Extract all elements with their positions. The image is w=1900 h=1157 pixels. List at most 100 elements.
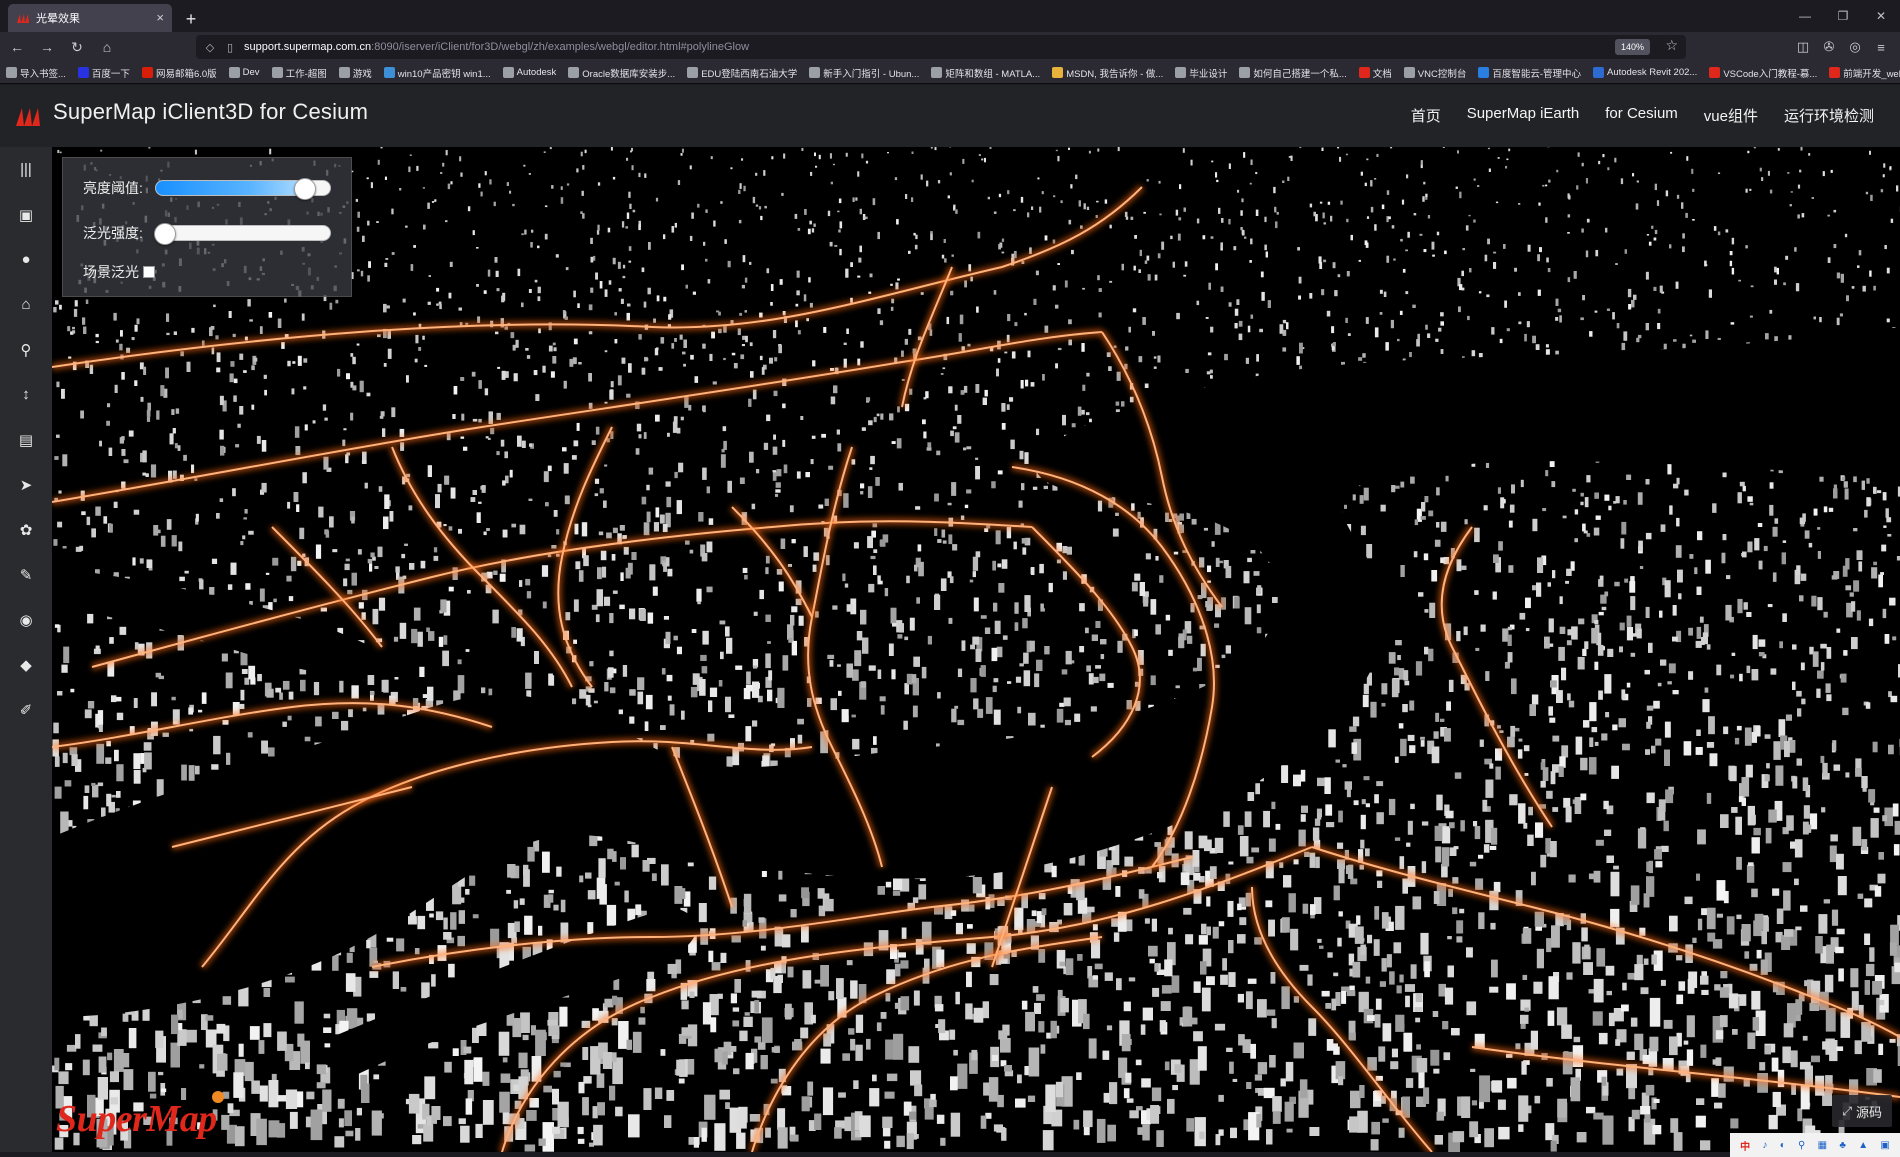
sidebar-item-globe[interactable]: ●	[0, 237, 52, 282]
building	[1608, 1012, 1615, 1027]
top-nav-link[interactable]: SuperMap iEarth	[1467, 105, 1580, 126]
building	[1514, 267, 1517, 272]
building	[81, 511, 86, 516]
bookmark-item[interactable]: VSCode入门教程-慕...	[1709, 66, 1817, 80]
building	[1574, 509, 1579, 515]
bookmark-item[interactable]: Autodesk Revit 202...	[1593, 67, 1697, 78]
building	[1378, 1046, 1386, 1062]
building	[880, 1012, 887, 1019]
bookmark-item[interactable]: 网易邮箱6.0版	[141, 66, 217, 80]
building	[914, 564, 918, 572]
building	[696, 588, 702, 602]
supermap-logo-icon[interactable]	[15, 104, 43, 128]
sidebar-item-cube[interactable]: ◆	[0, 642, 52, 687]
bookmark-item[interactable]: 矩阵和数组 - MATLA...	[931, 66, 1040, 80]
bookmark-item[interactable]: 导入书签...	[6, 66, 66, 80]
bookmark-item[interactable]: 工作-超图	[271, 66, 327, 80]
building	[1019, 450, 1024, 460]
sidebar-item-search[interactable]: ⚲	[0, 327, 52, 372]
building	[711, 331, 715, 339]
building	[287, 501, 291, 509]
building	[749, 342, 753, 347]
bookmark-item[interactable]: 百度一下	[77, 66, 130, 80]
sidebar-item-map[interactable]: ▤	[0, 417, 52, 462]
building	[1094, 963, 1103, 970]
building	[1433, 891, 1440, 904]
sidebar-item-building[interactable]: ⌂	[0, 282, 52, 327]
bookmark-item[interactable]: 如何自己搭建一个私...	[1239, 66, 1347, 80]
extensions-icon[interactable]: ✇	[1816, 35, 1842, 59]
building	[809, 220, 812, 225]
top-nav-link[interactable]: 首页	[1411, 105, 1441, 126]
building	[449, 261, 453, 267]
building	[603, 596, 611, 606]
back-icon[interactable]: ←	[4, 34, 30, 60]
bookmark-item[interactable]: Oracle数据库安装步...	[568, 66, 675, 80]
lock-icon[interactable]: ▯	[224, 41, 236, 54]
top-nav-link[interactable]: vue组件	[1704, 105, 1758, 126]
restore-icon[interactable]: ❐	[1824, 0, 1862, 32]
map-viewport[interactable]: 亮度阈值: 泛光强度: 场景泛光 SuperMap ⤢ 源码	[52, 147, 1900, 1152]
building	[1582, 295, 1585, 301]
bookmark-item[interactable]: Dev	[228, 67, 260, 78]
bookmark-item[interactable]: win10产品密钥 win1...	[383, 66, 491, 80]
bookmark-item[interactable]: Autodesk	[502, 67, 556, 78]
bookmark-item[interactable]: VNC控制台	[1403, 66, 1466, 80]
building	[1228, 302, 1232, 307]
building	[742, 335, 746, 340]
building	[297, 560, 302, 566]
building	[1381, 912, 1389, 929]
pocket-icon[interactable]: ◫	[1790, 35, 1816, 59]
building	[513, 1084, 519, 1091]
bookmark-item[interactable]: EDU登陆西南石油大学	[687, 66, 797, 80]
bookmark-item[interactable]: 前端开发_web前端开...	[1829, 66, 1900, 80]
building	[304, 424, 308, 431]
bookmark-item[interactable]: 游戏	[338, 66, 372, 80]
top-nav-link[interactable]: 运行环境检测	[1784, 105, 1874, 126]
close-window-icon[interactable]: ✕	[1862, 0, 1900, 32]
building	[1736, 914, 1742, 920]
url-bar[interactable]: ◇ ▯ support.supermap.com.cn:8090/iserver…	[196, 35, 1686, 59]
sidebar-item-pencil[interactable]: ✐	[0, 687, 52, 732]
sidebar-item-eye[interactable]: ◉	[0, 597, 52, 642]
building	[1425, 196, 1428, 200]
forward-icon[interactable]: →	[34, 34, 60, 60]
building	[1731, 807, 1738, 813]
bookmark-item[interactable]: 百度智能云-管理中心	[1478, 66, 1581, 80]
bookmark-item[interactable]: 文档	[1358, 66, 1392, 80]
close-tab-icon[interactable]: ×	[156, 10, 164, 25]
building	[877, 575, 881, 582]
sidebar-item-menu[interactable]: |||	[0, 147, 52, 192]
top-nav-link[interactable]: for Cesium	[1605, 105, 1678, 126]
building	[1155, 556, 1159, 561]
bookmark-star-icon[interactable]: ☆	[1665, 37, 1678, 54]
building	[1115, 886, 1121, 897]
building	[1107, 682, 1114, 688]
minimize-icon[interactable]: —	[1786, 0, 1824, 32]
zoom-level-badge[interactable]: 140%	[1614, 39, 1650, 55]
building	[838, 229, 841, 233]
building	[191, 327, 195, 333]
building	[538, 328, 541, 334]
building	[610, 381, 614, 388]
building	[116, 712, 124, 721]
shield-icon[interactable]: ◇	[204, 41, 216, 54]
bookmark-item[interactable]: MSDN, 我告诉你 - 做...	[1052, 66, 1163, 80]
sidebar-item-edit[interactable]: ✎	[0, 552, 52, 597]
browser-tab[interactable]: 光晕效果 ×	[8, 4, 172, 32]
home-icon[interactable]: ⌂	[94, 34, 120, 60]
building	[785, 1003, 792, 1019]
bookmark-item[interactable]: 毕业设计	[1175, 66, 1227, 80]
new-tab-button[interactable]: +	[178, 6, 204, 32]
bookmark-item[interactable]: 新手入门指引 - Ubun...	[809, 66, 919, 80]
building	[1123, 1001, 1131, 1012]
building	[1036, 994, 1045, 1001]
sidebar-item-layers[interactable]: ▣	[0, 192, 52, 237]
sidebar-item-effects[interactable]: ✿	[0, 507, 52, 552]
app-menu-icon[interactable]: ≡	[1868, 35, 1894, 59]
sidebar-item-measure[interactable]: ↕	[0, 372, 52, 417]
reload-icon[interactable]: ↻	[64, 34, 90, 60]
account-icon[interactable]: ◎	[1842, 35, 1868, 59]
sidebar-item-plane[interactable]: ➤	[0, 462, 52, 507]
building	[1097, 275, 1100, 281]
